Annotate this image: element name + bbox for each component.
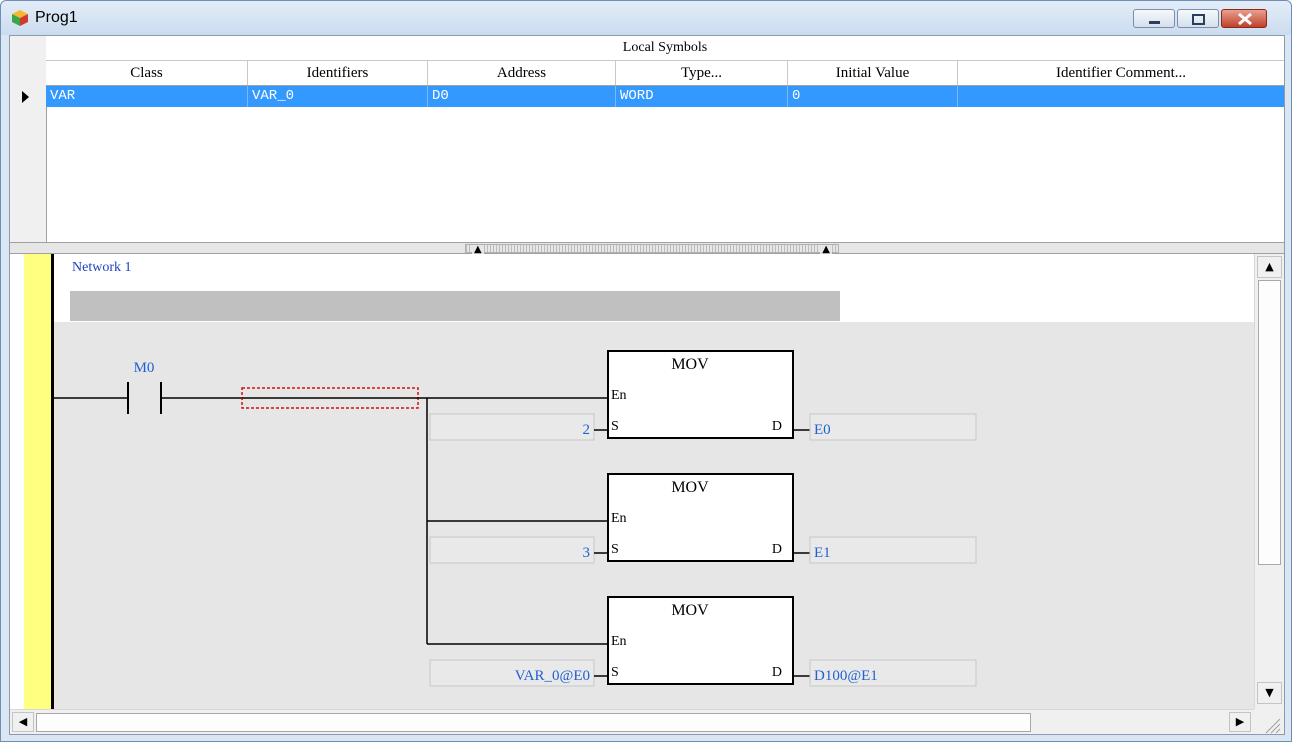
- cell-identifier[interactable]: VAR_0: [248, 86, 428, 107]
- cell-initial-value[interactable]: 0: [788, 86, 958, 107]
- program-window: Prog1 Local Symbols Class Identifiers Ad…: [0, 0, 1292, 742]
- mov-d-pin: D: [772, 419, 782, 434]
- source-operand-field[interactable]: [429, 536, 595, 564]
- scroll-right-icon[interactable]: ▶: [1229, 712, 1251, 732]
- window-title: Prog1: [35, 9, 78, 26]
- close-button[interactable]: [1221, 9, 1267, 28]
- column-header-identifiers[interactable]: Identifiers: [248, 61, 428, 85]
- mov-block[interactable]: MOV En S D: [607, 473, 794, 562]
- pane-splitter[interactable]: ▲ ▲: [10, 242, 1284, 255]
- ladder-diagram: M0 MOV En S D 2 E0 MOV En S D 3 E1 MOV E…: [54, 350, 977, 687]
- minimize-icon: [1149, 21, 1160, 24]
- mov-s-pin: S: [611, 665, 619, 680]
- mov-block-name: MOV: [671, 479, 709, 496]
- program-cube-icon: [12, 10, 28, 26]
- local-symbols-grid: Local Symbols Class Identifiers Address …: [10, 36, 1284, 244]
- restore-icon: [1192, 14, 1205, 25]
- source-operand-field[interactable]: [429, 413, 595, 441]
- mov-en-pin: En: [611, 388, 627, 403]
- horizontal-scrollbar[interactable]: ◀ ▶: [10, 709, 1254, 734]
- mov-d-pin: D: [772, 665, 782, 680]
- horizontal-scroll-thumb[interactable]: [36, 713, 1031, 732]
- scroll-up-icon[interactable]: ▲: [1257, 256, 1282, 278]
- dest-operand-field[interactable]: [809, 536, 977, 564]
- resize-grip[interactable]: [1254, 709, 1284, 734]
- column-header-identifier-comment[interactable]: Identifier Comment...: [958, 61, 1284, 85]
- minimize-button[interactable]: [1133, 9, 1175, 28]
- column-header-class[interactable]: Class: [46, 61, 248, 85]
- dest-operand-value: E1: [814, 545, 831, 561]
- cell-class[interactable]: VAR: [46, 86, 248, 107]
- editor-area: Local Symbols Class Identifiers Address …: [9, 35, 1285, 735]
- mov-en-pin: En: [611, 511, 627, 526]
- row-header-column: [10, 36, 47, 244]
- cell-identifier-comment[interactable]: [958, 86, 1284, 107]
- mov-block[interactable]: MOV En S D: [607, 350, 794, 439]
- collapse-up-icon[interactable]: ▲: [820, 245, 832, 255]
- source-operand-value: 3: [583, 545, 591, 561]
- current-row-arrow-icon: [22, 91, 29, 103]
- restore-button[interactable]: [1177, 9, 1219, 28]
- ladder-editor: Network 1 M0 MOV En S D 2 E0 MOV En S D …: [10, 254, 1254, 709]
- mov-block-name: MOV: [671, 602, 709, 619]
- scroll-down-icon[interactable]: ▼: [1257, 682, 1282, 704]
- resize-grip-icon: [1265, 718, 1281, 734]
- dest-operand-value: D100@E1: [814, 668, 878, 684]
- dest-operand-value: E0: [814, 422, 831, 438]
- collapse-up-icon[interactable]: ▲: [472, 245, 484, 255]
- mov-s-pin: S: [611, 419, 619, 434]
- close-icon: [1238, 12, 1252, 26]
- source-operand-value: 2: [583, 422, 591, 438]
- vertical-scroll-thumb[interactable]: [1258, 280, 1281, 565]
- mov-s-pin: S: [611, 542, 619, 557]
- cell-type[interactable]: WORD: [616, 86, 788, 107]
- title-bar[interactable]: Prog1: [1, 1, 1291, 35]
- contact-label[interactable]: M0: [134, 360, 155, 376]
- mov-block-name: MOV: [671, 356, 709, 373]
- cell-address[interactable]: D0: [428, 86, 616, 107]
- source-operand-value: VAR_0@E0: [515, 668, 590, 684]
- splitter-grip[interactable]: ▲ ▲: [465, 244, 839, 255]
- scroll-left-icon[interactable]: ◀: [12, 712, 34, 732]
- dest-operand-field[interactable]: [809, 413, 977, 441]
- column-header-type[interactable]: Type...: [616, 61, 788, 85]
- mov-en-pin: En: [611, 634, 627, 649]
- mov-block[interactable]: MOV En S D: [607, 596, 794, 685]
- column-header-initial-value[interactable]: Initial Value: [788, 61, 958, 85]
- column-header-address[interactable]: Address: [428, 61, 616, 85]
- vertical-scrollbar[interactable]: ▲ ▼: [1254, 254, 1284, 709]
- mov-d-pin: D: [772, 542, 782, 557]
- local-symbols-header: Local Symbols: [46, 36, 1284, 61]
